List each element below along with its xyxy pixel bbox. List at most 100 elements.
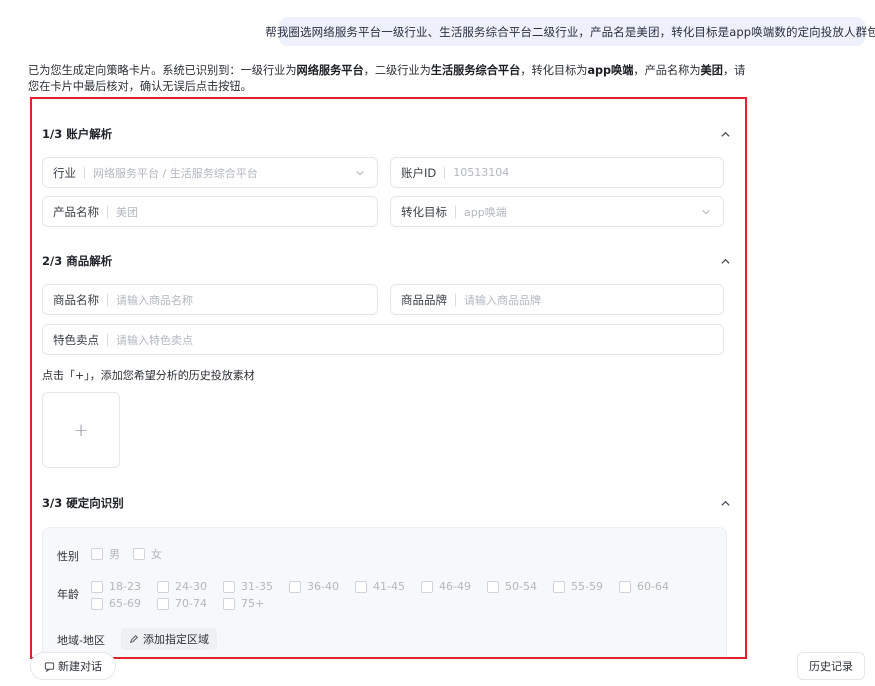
- intro-text-1: 已为您生成定向策略卡片。系统已识别到：一级行业为: [28, 64, 297, 77]
- strategy-card: 1/3 账户解析 行业 网络服务平台 / 生活服务综合平台 账户ID 10513…: [30, 97, 747, 659]
- product-name-label: 产品名称: [53, 204, 99, 219]
- chevron-up-icon[interactable]: [718, 254, 732, 268]
- add-region-button[interactable]: 添加指定区域: [121, 628, 217, 650]
- field-divider: [107, 293, 108, 306]
- checkbox-box: [421, 580, 433, 593]
- intro-text-4: ，产品名称为: [633, 64, 701, 77]
- industry-value: 网络服务平台 / 生活服务综合平台: [93, 166, 258, 180]
- checkbox-label: 31-35: [241, 580, 273, 593]
- new-chat-button[interactable]: 新建对话: [30, 652, 116, 680]
- checkbox-box: [91, 580, 103, 593]
- industry-label: 行业: [53, 165, 76, 180]
- field-divider: [455, 205, 456, 218]
- age-label: 年龄: [57, 588, 79, 601]
- section-account-title: 1/3 账户解析: [42, 127, 113, 141]
- conversion-goal-label: 转化目标: [401, 204, 447, 219]
- checkbox-label: 70-74: [175, 597, 207, 610]
- intro-bold-goal: app唤端: [587, 64, 634, 77]
- intro-bold-industry1: 网络服务平台: [296, 64, 364, 77]
- new-chat-label: 新建对话: [58, 660, 102, 673]
- checkbox-label: 24-30: [175, 580, 207, 593]
- selling-point-input[interactable]: 特色卖点 请输入特色卖点: [42, 324, 724, 355]
- goods-brand-placeholder: 请输入商品品牌: [464, 293, 541, 307]
- goods-name-placeholder: 请输入商品名称: [116, 293, 193, 307]
- chevron-up-icon[interactable]: [718, 127, 732, 141]
- user-message-bubble: 帮我圈选网络服务平台一级行业、生活服务综合平台二级行业，产品名是美团，转化目标是…: [265, 17, 875, 46]
- industry-select[interactable]: 行业 网络服务平台 / 生活服务综合平台: [42, 157, 378, 188]
- chevron-down-icon: [701, 206, 713, 218]
- new-chat-icon: [44, 661, 55, 672]
- field-divider: [84, 166, 85, 179]
- intro-text-3: ，转化目标为: [520, 64, 588, 77]
- add-region-label: 添加指定区域: [143, 633, 209, 646]
- account-id-value: 10513104: [453, 166, 510, 179]
- checkbox-label: 女: [151, 548, 162, 561]
- region-label: 地域-地区: [57, 634, 105, 647]
- checkbox-label: 男: [109, 548, 120, 561]
- age-checkbox[interactable]: 46-49: [421, 580, 471, 593]
- age-checkbox[interactable]: 31-35: [223, 580, 273, 593]
- user-message-text: 帮我圈选网络服务平台一级行业、生活服务综合平台二级行业，产品名是美团，转化目标是…: [265, 24, 875, 39]
- checkbox-label: 55-59: [571, 580, 603, 593]
- edit-icon: [129, 635, 138, 644]
- checkbox-label: 60-64: [637, 580, 669, 593]
- gender-checkbox[interactable]: 男: [91, 546, 120, 562]
- checkbox-box: [289, 580, 301, 593]
- section-targeting-header[interactable]: 3/3 硬定向识别: [42, 493, 732, 513]
- selling-point-label: 特色卖点: [53, 332, 99, 347]
- goods-name-input[interactable]: 商品名称 请输入商品名称: [42, 284, 378, 315]
- goods-brand-input[interactable]: 商品品牌 请输入商品品牌: [390, 284, 724, 315]
- age-checkbox[interactable]: 65-69: [91, 597, 141, 610]
- age-checkbox[interactable]: 75+: [223, 597, 264, 610]
- section-goods-header[interactable]: 2/3 商品解析: [42, 251, 732, 271]
- section-goods-title: 2/3 商品解析: [42, 254, 113, 268]
- product-name-value: 美团: [116, 205, 138, 219]
- product-name-field[interactable]: 产品名称 美团: [42, 196, 378, 227]
- age-checkbox[interactable]: 50-54: [487, 580, 537, 593]
- section-account-header[interactable]: 1/3 账户解析: [42, 124, 732, 144]
- checkbox-label: 50-54: [505, 580, 537, 593]
- history-button[interactable]: 历史记录: [797, 652, 865, 680]
- age-checkbox[interactable]: 60-64: [619, 580, 669, 593]
- selling-point-placeholder: 请输入特色卖点: [116, 333, 193, 347]
- plus-icon: +: [73, 419, 89, 441]
- chevron-down-icon: [355, 167, 367, 179]
- gender-checkbox[interactable]: 女: [133, 546, 162, 562]
- checkbox-box: [553, 580, 565, 593]
- checkbox-box: [91, 548, 103, 560]
- checkbox-box: [157, 580, 169, 593]
- checkbox-box: [133, 548, 145, 560]
- upload-hint: 点击「+」，添加您希望分析的历史投放素材: [42, 369, 255, 382]
- history-label: 历史记录: [809, 660, 853, 673]
- field-divider: [107, 205, 108, 218]
- checkbox-label: 46-49: [439, 580, 471, 593]
- checkbox-label: 36-40: [307, 580, 339, 593]
- chevron-up-icon[interactable]: [718, 496, 732, 510]
- checkbox-box: [355, 580, 367, 593]
- age-checkbox[interactable]: 24-30: [157, 580, 207, 593]
- upload-material-button[interactable]: +: [42, 392, 120, 468]
- account-id-field[interactable]: 账户ID 10513104: [390, 157, 724, 188]
- checkbox-label: 75+: [241, 597, 265, 610]
- age-checkbox[interactable]: 36-40: [289, 580, 339, 593]
- age-checkbox[interactable]: 18-23: [91, 580, 141, 593]
- section-targeting-title: 3/3 硬定向识别: [42, 496, 124, 510]
- age-checkbox[interactable]: 41-45: [355, 580, 405, 593]
- field-divider: [107, 333, 108, 346]
- age-checkbox[interactable]: 55-59: [553, 580, 603, 593]
- intro-bold-product: 美团: [700, 64, 723, 77]
- intro-bold-industry2: 生活服务综合平台: [430, 64, 521, 77]
- checkbox-box: [223, 580, 235, 593]
- checkbox-box: [223, 597, 235, 610]
- conversion-goal-value: app唤端: [464, 205, 507, 219]
- checkbox-box: [619, 580, 631, 593]
- goods-brand-label: 商品品牌: [401, 292, 447, 307]
- assistant-message: 已为您生成定向策略卡片。系统已识别到：一级行业为网络服务平台，二级行业为生活服务…: [28, 63, 748, 95]
- field-divider: [455, 293, 456, 306]
- checkbox-label: 65-69: [109, 597, 141, 610]
- age-checkbox[interactable]: 70-74: [157, 597, 207, 610]
- goods-name-label: 商品名称: [53, 292, 99, 307]
- intro-text-2: ，二级行业为: [363, 64, 431, 77]
- checkbox-label: 18-23: [109, 580, 141, 593]
- conversion-goal-select[interactable]: 转化目标 app唤端: [390, 196, 724, 227]
